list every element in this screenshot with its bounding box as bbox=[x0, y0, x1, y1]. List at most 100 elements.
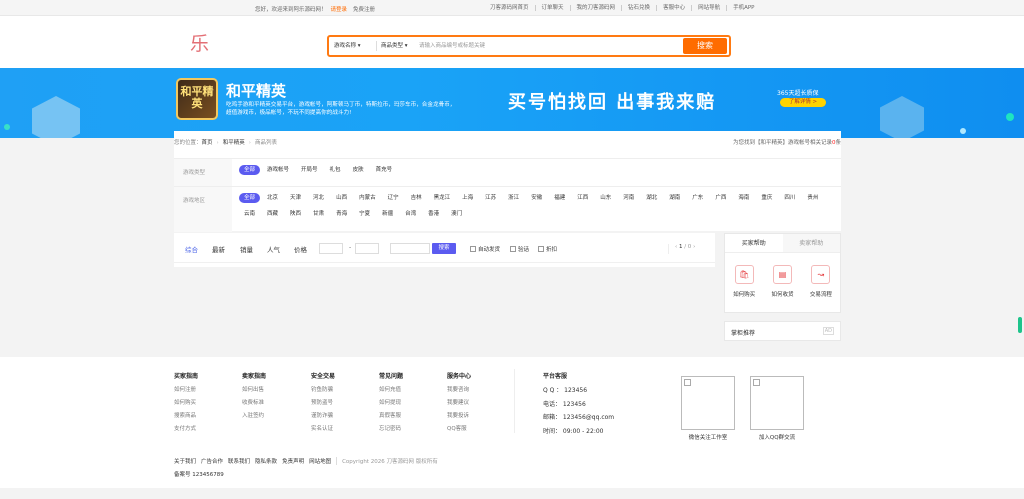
filter-option-type[interactable]: 皮肤 bbox=[348, 165, 369, 175]
filter-option-type[interactable]: 首充号 bbox=[371, 165, 398, 175]
login-link[interactable]: 请登录 bbox=[331, 7, 348, 13]
top-link-my-account[interactable]: 我的刀客源码网 bbox=[571, 5, 623, 11]
top-link-diamond[interactable]: 钻石兑换 bbox=[622, 5, 658, 11]
filter-search-button[interactable]: 搜索 bbox=[432, 243, 456, 254]
filter-option-region[interactable]: 江西 bbox=[572, 193, 593, 203]
filter-option-region[interactable]: 上海 bbox=[457, 193, 478, 203]
footer-link-sitemap[interactable]: 网站地图 bbox=[309, 457, 331, 465]
filter-option-region[interactable]: 台湾 bbox=[400, 209, 421, 219]
sort-tab-popularity[interactable]: 人气 bbox=[267, 244, 280, 254]
footer-link[interactable]: 如何提现 bbox=[379, 397, 403, 410]
tab-buyer-help[interactable]: 买家帮助 bbox=[725, 234, 783, 252]
filter-option-region[interactable]: 贵州 bbox=[802, 193, 823, 203]
top-link-order-chat[interactable]: 订单聊天 bbox=[536, 5, 571, 11]
filter-option-region[interactable]: 辽宁 bbox=[383, 193, 404, 203]
filter-option-type[interactable]: 全部 bbox=[239, 165, 261, 175]
filter-option-region[interactable]: 澳门 bbox=[446, 209, 467, 219]
filter-option-region[interactable]: 河北 bbox=[308, 193, 329, 203]
filter-option-region[interactable]: 广西 bbox=[710, 193, 731, 203]
filter-option-region[interactable]: 福建 bbox=[549, 193, 570, 203]
footer-link[interactable]: 如何出售 bbox=[242, 384, 266, 397]
filter-option-region[interactable]: 新疆 bbox=[377, 209, 398, 219]
footer-link-privacy[interactable]: 隐私条款 bbox=[255, 457, 277, 465]
help-item-trade-flow[interactable]: ↝ 交易流程 bbox=[802, 265, 840, 298]
footer-link[interactable]: 入驻签约 bbox=[242, 410, 266, 423]
site-logo[interactable]: 乐 bbox=[190, 33, 212, 55]
footer-link[interactable]: 如何充值 bbox=[379, 384, 403, 397]
tab-seller-help[interactable]: 卖家帮助 bbox=[782, 234, 840, 252]
footer-link[interactable]: 我要咨询 bbox=[447, 384, 471, 397]
filter-option-region[interactable]: 重庆 bbox=[756, 193, 777, 203]
filter-option-region[interactable]: 内蒙古 bbox=[354, 193, 381, 203]
sort-tab-price[interactable]: 价格 bbox=[294, 244, 307, 254]
filter-option-region[interactable]: 甘肃 bbox=[308, 209, 329, 219]
filter-option-type[interactable]: 礼包 bbox=[325, 165, 346, 175]
filter-option-region[interactable]: 山西 bbox=[331, 193, 352, 203]
filter-option-region[interactable]: 河南 bbox=[618, 193, 639, 203]
filter-option-region[interactable]: 青海 bbox=[331, 209, 352, 219]
footer-link[interactable]: 我要投诉 bbox=[447, 410, 471, 423]
filter-option-region[interactable]: 陕西 bbox=[285, 209, 306, 219]
footer-link[interactable]: 如何注册 bbox=[174, 384, 198, 397]
footer-link[interactable]: 谨防诈骗 bbox=[311, 410, 335, 423]
footer-link-disclaimer[interactable]: 免责声明 bbox=[282, 457, 304, 465]
filter-option-type[interactable]: 开局号 bbox=[296, 165, 323, 175]
footer-link[interactable]: 搜索商品 bbox=[174, 410, 198, 423]
filter-option-region[interactable]: 浙江 bbox=[503, 193, 524, 203]
footer-link-ads[interactable]: 广告合作 bbox=[201, 457, 223, 465]
verified-checkbox[interactable]: 验话 bbox=[510, 245, 529, 253]
help-item-how-to-receive[interactable]: ▤ 如何收货 bbox=[763, 265, 801, 298]
sort-tab-latest[interactable]: 最新 bbox=[212, 244, 225, 254]
price-min-input[interactable] bbox=[319, 243, 343, 254]
prev-page-icon[interactable]: ‹ bbox=[675, 244, 677, 250]
search-input[interactable] bbox=[419, 41, 679, 51]
filter-option-region[interactable]: 湖北 bbox=[641, 193, 662, 203]
filter-option-region[interactable]: 西藏 bbox=[262, 209, 283, 219]
register-link[interactable]: 免费注册 bbox=[353, 7, 375, 13]
filter-option-region[interactable]: 吉林 bbox=[406, 193, 427, 203]
filter-option-region[interactable]: 湖南 bbox=[664, 193, 685, 203]
price-max-input[interactable] bbox=[355, 243, 379, 254]
footer-link[interactable]: 如何购买 bbox=[174, 397, 198, 410]
discount-checkbox[interactable]: 折扣 bbox=[538, 245, 557, 253]
filter-option-region[interactable]: 天津 bbox=[285, 193, 306, 203]
filter-option-region[interactable]: 黑龙江 bbox=[429, 193, 456, 203]
filter-option-region[interactable]: 香港 bbox=[423, 209, 444, 219]
footer-link[interactable]: 真假客服 bbox=[379, 410, 403, 423]
filter-option-region[interactable]: 全部 bbox=[239, 193, 261, 203]
footer-link-contact[interactable]: 联系我们 bbox=[228, 457, 250, 465]
footer-link[interactable]: 我要建议 bbox=[447, 397, 471, 410]
filter-option-region[interactable]: 四川 bbox=[779, 193, 800, 203]
filter-option-region[interactable]: 广东 bbox=[687, 193, 708, 203]
footer-link[interactable]: 钓鱼防骗 bbox=[311, 384, 335, 397]
top-link-service[interactable]: 客服中心 bbox=[657, 5, 693, 11]
top-link-home[interactable]: 刀客源码网首页 bbox=[484, 5, 536, 11]
top-link-sitenav[interactable]: 网站导航 bbox=[692, 5, 728, 11]
auto-delivery-checkbox[interactable]: 自动发货 bbox=[470, 245, 500, 253]
footer-link[interactable]: 实名认证 bbox=[311, 423, 335, 436]
filter-option-region[interactable]: 江苏 bbox=[480, 193, 501, 203]
footer-link[interactable]: QQ客服 bbox=[447, 423, 471, 436]
filter-option-region[interactable]: 宁夏 bbox=[354, 209, 375, 219]
filter-option-region[interactable]: 安徽 bbox=[526, 193, 547, 203]
sort-tab-comprehensive[interactable]: 综合 bbox=[185, 244, 198, 254]
product-type-select[interactable]: 商品类型 ▾ bbox=[376, 41, 408, 51]
filter-option-region[interactable]: 山东 bbox=[595, 193, 616, 203]
game-name-select[interactable]: 游戏名称 ▾ bbox=[334, 41, 361, 51]
filter-option-type[interactable]: 游戏帐号 bbox=[262, 165, 294, 175]
filter-option-region[interactable]: 北京 bbox=[262, 193, 283, 203]
next-page-icon[interactable]: › bbox=[693, 244, 695, 250]
keyword-input[interactable] bbox=[390, 243, 430, 254]
footer-link[interactable]: 预防盗号 bbox=[311, 397, 335, 410]
filter-option-region[interactable]: 海南 bbox=[733, 193, 754, 203]
footer-link[interactable]: 收费标准 bbox=[242, 397, 266, 410]
footer-link-about[interactable]: 关于我们 bbox=[174, 457, 196, 465]
search-button[interactable]: 搜索 bbox=[683, 38, 727, 54]
filter-option-region[interactable]: 云南 bbox=[239, 209, 260, 219]
sort-tab-sales[interactable]: 销量 bbox=[240, 244, 253, 254]
guarantee-details-button[interactable]: 了解详情 > bbox=[780, 98, 826, 107]
floating-sidebar-tab[interactable] bbox=[1018, 317, 1022, 333]
breadcrumb-home[interactable]: 首页 bbox=[202, 140, 213, 146]
breadcrumb-game[interactable]: 和平精英 bbox=[223, 140, 245, 146]
top-link-app[interactable]: 手机APP bbox=[727, 5, 760, 11]
